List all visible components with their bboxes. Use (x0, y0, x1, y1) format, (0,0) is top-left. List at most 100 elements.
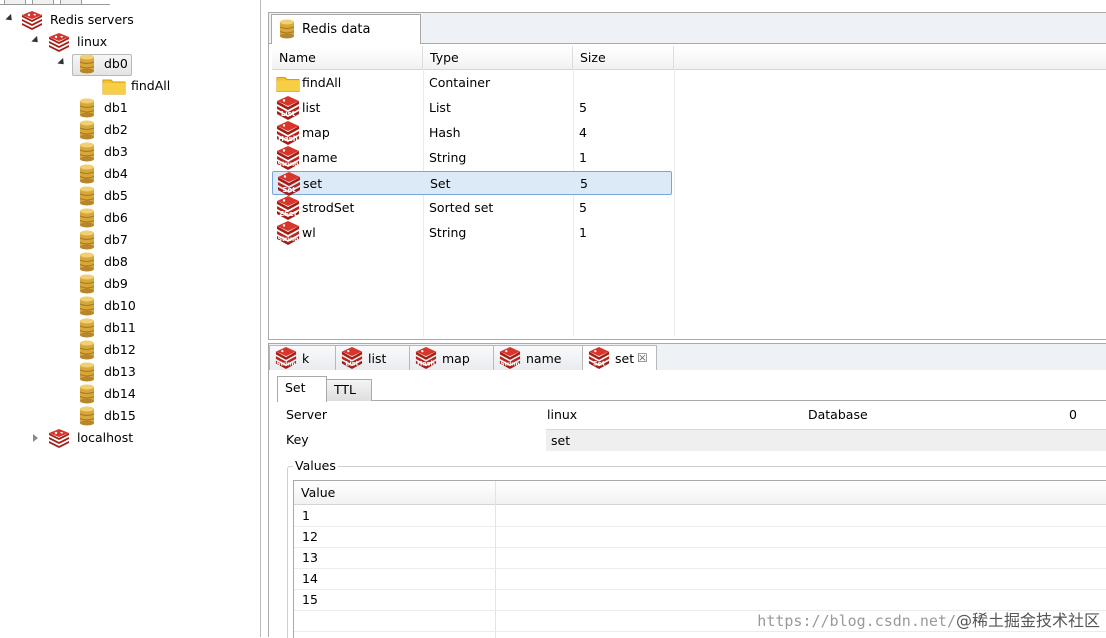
table-row[interactable]: ZSet strodSet Sorted set 5 (272, 196, 672, 220)
cell-size: 5 (580, 176, 588, 191)
column-header-type[interactable]: Type (423, 46, 573, 69)
tree-node-findall[interactable]: findAll (0, 76, 200, 96)
cell-size: 4 (579, 125, 587, 140)
tab-label: k (302, 351, 310, 366)
table-row[interactable]: Hash map Hash 4 (272, 121, 672, 145)
table-row[interactable]: findAll Container (272, 71, 672, 95)
tree-node-label: db10 (104, 298, 136, 313)
tab-redis-data-explorer[interactable]: Redis data explorer (271, 14, 421, 66)
tree-node-server-localhost[interactable]: localhost (0, 428, 200, 448)
table-row[interactable]: String wl String 1 (272, 221, 672, 245)
table-row[interactable]: 13 (294, 547, 1106, 569)
cell-type: Hash (429, 125, 461, 140)
tree-node-db8[interactable]: db8 (0, 252, 200, 272)
column-header-value[interactable]: Value (294, 481, 496, 504)
table-row[interactable]: String name String 1 (272, 146, 672, 170)
key-label: Key (286, 432, 309, 447)
redis-server-icon (49, 33, 69, 52)
svg-text:List: List (281, 110, 296, 118)
svg-text:Set: Set (282, 186, 296, 194)
tree-node-db5[interactable]: db5 (0, 186, 200, 206)
tree-node-db14[interactable]: db14 (0, 384, 200, 404)
svg-text:Set: Set (593, 359, 605, 367)
cell-name: map (302, 125, 330, 140)
tree-node-label: db8 (104, 254, 128, 269)
toolbar-button[interactable] (4, 0, 26, 5)
tree-node-db7[interactable]: db7 (0, 230, 200, 250)
tab-ttl[interactable]: TTL (326, 379, 372, 401)
watermark-brand: @稀土掘金技术社区 (955, 611, 1100, 630)
keys-table-header: Name Type Size (272, 46, 1106, 70)
collapse-arrow-icon[interactable] (57, 57, 67, 68)
tree-node-db4[interactable]: db4 (0, 164, 200, 184)
tree-node-db6[interactable]: db6 (0, 208, 200, 228)
table-row[interactable]: 12 (294, 526, 1106, 548)
cell-type: Container (429, 75, 491, 90)
database-icon (79, 164, 95, 184)
tree-node-label: db15 (104, 408, 136, 423)
tree-node-db10[interactable]: db10 (0, 296, 200, 316)
database-icon (79, 362, 95, 382)
tab-label: set (615, 351, 635, 366)
table-row[interactable]: List list List 5 (272, 96, 672, 120)
redis-data-explorer: Redis data explorer Name Type Size findA… (268, 12, 1106, 340)
tab-list[interactable]: List list (335, 345, 410, 370)
tree-node-label: db0 (104, 56, 128, 71)
expand-arrow-icon[interactable] (33, 434, 38, 442)
folder-icon (276, 71, 300, 95)
database-icon (79, 208, 95, 228)
svg-text:String: String (500, 361, 519, 367)
folder-icon (102, 79, 126, 95)
cell-name: name (302, 150, 338, 165)
tab-map[interactable]: Hash map (409, 345, 494, 370)
server-label: Server (286, 407, 327, 422)
cell-value: 1 (302, 508, 310, 523)
tree-node-db3[interactable]: db3 (0, 142, 200, 162)
column-header-name[interactable]: Name (272, 46, 423, 69)
database-icon (279, 19, 295, 39)
cell-value: 14 (302, 571, 318, 586)
tab-label: name (526, 351, 562, 366)
redis-string-icon: String (276, 221, 300, 245)
collapse-arrow-icon[interactable] (31, 35, 41, 46)
cell-size: 5 (579, 100, 587, 115)
database-value: 0 (1069, 407, 1077, 422)
close-tab-icon[interactable]: ☒ (637, 346, 648, 371)
table-row[interactable]: 1 (294, 505, 1106, 527)
table-row[interactable]: 14 (294, 568, 1106, 590)
tree-node-db0[interactable]: db0 (0, 54, 200, 74)
toolbar-button[interactable] (32, 0, 54, 5)
database-icon (79, 186, 95, 206)
server-tree: Redis servers linux db0 findAll db1 db2 … (0, 0, 261, 637)
tab-k[interactable]: String k (269, 345, 336, 370)
database-icon (79, 384, 95, 404)
tree-node-db15[interactable]: db15 (0, 406, 200, 426)
database-icon (79, 296, 95, 316)
watermark-url: https://blog.csdn.net/ (757, 612, 956, 630)
tree-node-server-linux[interactable]: linux (0, 32, 200, 52)
table-row[interactable]: Set set Set 5 (272, 171, 672, 196)
redis-server-icon (49, 429, 69, 448)
toolbar-button[interactable] (60, 0, 82, 5)
tree-node-db1[interactable]: db1 (0, 98, 200, 118)
cell-name: wl (302, 225, 316, 240)
svg-text:String: String (278, 236, 299, 243)
collapse-arrow-icon[interactable] (5, 13, 15, 24)
tree-node-db11[interactable]: db11 (0, 318, 200, 338)
tree-node-db9[interactable]: db9 (0, 274, 200, 294)
cell-value: 12 (302, 529, 318, 544)
tab-name[interactable]: String name (493, 345, 583, 370)
database-icon (79, 142, 95, 162)
tab-set[interactable]: Set set ☒ (582, 345, 657, 371)
tree-node-label: db2 (104, 122, 128, 137)
tab-set[interactable]: Set (277, 376, 327, 402)
tree-node-redis-servers[interactable]: Redis servers (0, 10, 200, 30)
cell-value: 15 (302, 592, 318, 607)
tree-node-db2[interactable]: db2 (0, 120, 200, 140)
tree-node-label: db7 (104, 232, 128, 247)
key-field[interactable]: set (546, 429, 1106, 451)
tree-node-db13[interactable]: db13 (0, 362, 200, 382)
column-header-size[interactable]: Size (573, 46, 674, 69)
tree-node-db12[interactable]: db12 (0, 340, 200, 360)
cell-name: findAll (302, 75, 342, 90)
